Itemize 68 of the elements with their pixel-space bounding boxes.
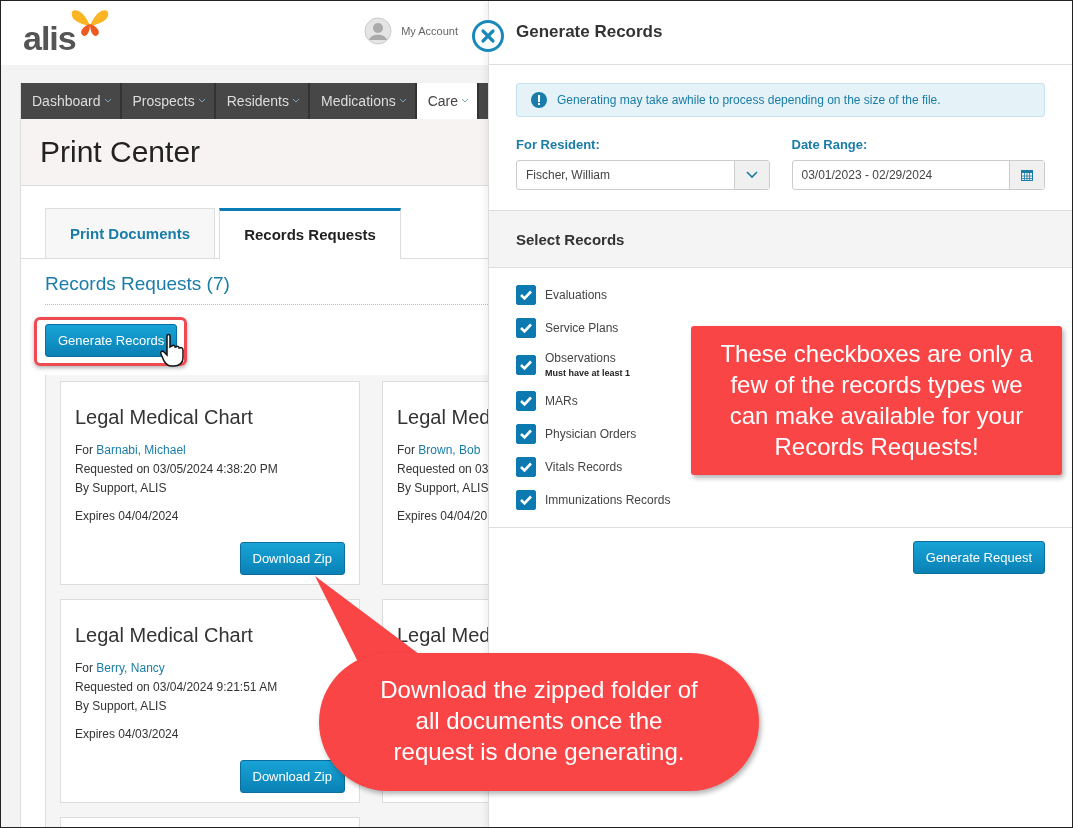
checkbox-label: Physician Orders bbox=[545, 427, 637, 441]
close-button[interactable] bbox=[472, 20, 504, 52]
requested-by: By Support, ALIS bbox=[397, 480, 488, 497]
chevron-down-icon bbox=[398, 98, 407, 104]
hint-text: Must have at least 1 bbox=[545, 368, 631, 378]
download-zip-button[interactable]: Download Zip bbox=[239, 760, 345, 793]
requested-by: By Support, ALIS bbox=[75, 480, 168, 497]
resident-select[interactable]: Fischer, William bbox=[516, 160, 770, 190]
callout-box: These checkboxes are only a few of the records types we can make available for your Records Requests! bbox=[691, 326, 1062, 475]
requested-date: Requested on 03/04/2024 9:21:51 AM bbox=[75, 679, 279, 696]
chevron-down-icon bbox=[461, 98, 470, 104]
checkbox[interactable] bbox=[516, 490, 536, 510]
section-heading: Records Requests (7) bbox=[45, 273, 488, 305]
tab[interactable]: Records Requests bbox=[219, 208, 401, 259]
checkmark-icon bbox=[519, 395, 533, 407]
my-account-link[interactable]: My Account bbox=[401, 25, 458, 37]
checkbox[interactable] bbox=[516, 318, 536, 338]
checkbox-label: Vitals Records bbox=[545, 460, 623, 474]
checkbox-label: MARs bbox=[545, 394, 578, 408]
requested-by: By Support, ALIS bbox=[75, 698, 168, 715]
generate-request-button[interactable]: Generate Request bbox=[912, 541, 1045, 574]
chevron-down-icon bbox=[292, 98, 300, 104]
alert-text: Generating may take awhile to process depending on the size of the file. bbox=[557, 93, 941, 107]
card-title: Legal Medical Chart bbox=[75, 406, 254, 429]
download-zip-button[interactable]: Download Zip bbox=[239, 542, 345, 575]
field-label: For Resident: bbox=[516, 137, 601, 152]
tab[interactable]: Print Documents bbox=[45, 208, 215, 258]
checkmark-icon bbox=[519, 358, 533, 371]
checkmark-icon bbox=[519, 322, 533, 334]
checkmark-icon bbox=[519, 428, 533, 440]
page-title: Print Center bbox=[40, 135, 201, 169]
requested-date: Requested on 03 bbox=[397, 461, 488, 478]
for-label: For bbox=[75, 443, 93, 457]
checkbox-label: Observations bbox=[545, 351, 617, 365]
calendar-icon bbox=[1021, 169, 1033, 181]
expiry-date: Expires 04/04/20 bbox=[397, 508, 488, 525]
nav-menu-item[interactable]: Care bbox=[416, 83, 480, 119]
generate-records-button[interactable]: Generate Records bbox=[45, 324, 178, 357]
expiry-date: Expires 04/04/2024 bbox=[75, 508, 180, 525]
exclamation-icon bbox=[531, 92, 547, 108]
close-icon bbox=[480, 28, 496, 44]
checkbox[interactable] bbox=[516, 354, 536, 375]
resident-link[interactable]: Brown, Bob bbox=[418, 443, 481, 457]
for-label: For bbox=[75, 661, 93, 675]
checkmark-icon bbox=[519, 494, 533, 506]
date-range-field[interactable]: 03/01/2023 - 02/29/2024 bbox=[791, 160, 1045, 190]
logo-wordmark: alis bbox=[23, 19, 76, 58]
checkbox[interactable] bbox=[516, 391, 536, 411]
resident-link[interactable]: Barnabi, Michael bbox=[96, 443, 186, 457]
section-heading: Select Records bbox=[516, 230, 625, 248]
checkbox-label: Immunizations Records bbox=[545, 493, 671, 507]
requested-date: Requested on 03/05/2024 4:38:20 PM bbox=[75, 461, 279, 478]
expiry-date: Expires 04/03/2024 bbox=[75, 726, 180, 743]
for-label: For bbox=[397, 443, 415, 457]
checkbox-label: Evaluations bbox=[545, 288, 608, 302]
checkbox[interactable] bbox=[516, 424, 536, 444]
resident-link[interactable]: Berry, Nancy bbox=[96, 661, 165, 675]
card-title: Legal Medical Chart bbox=[75, 624, 254, 647]
checkbox-label: Service Plans bbox=[545, 321, 619, 335]
drawer-title: Generate Records bbox=[516, 21, 663, 42]
checkbox[interactable] bbox=[516, 285, 536, 305]
checkmark-icon bbox=[519, 461, 533, 473]
chevron-down-icon bbox=[745, 171, 758, 179]
field-label: Date Range: bbox=[791, 137, 869, 152]
chevron-down-icon bbox=[197, 98, 206, 104]
checkmark-icon bbox=[519, 289, 533, 301]
chevron-down-icon bbox=[103, 98, 112, 104]
checkbox[interactable] bbox=[516, 457, 536, 477]
